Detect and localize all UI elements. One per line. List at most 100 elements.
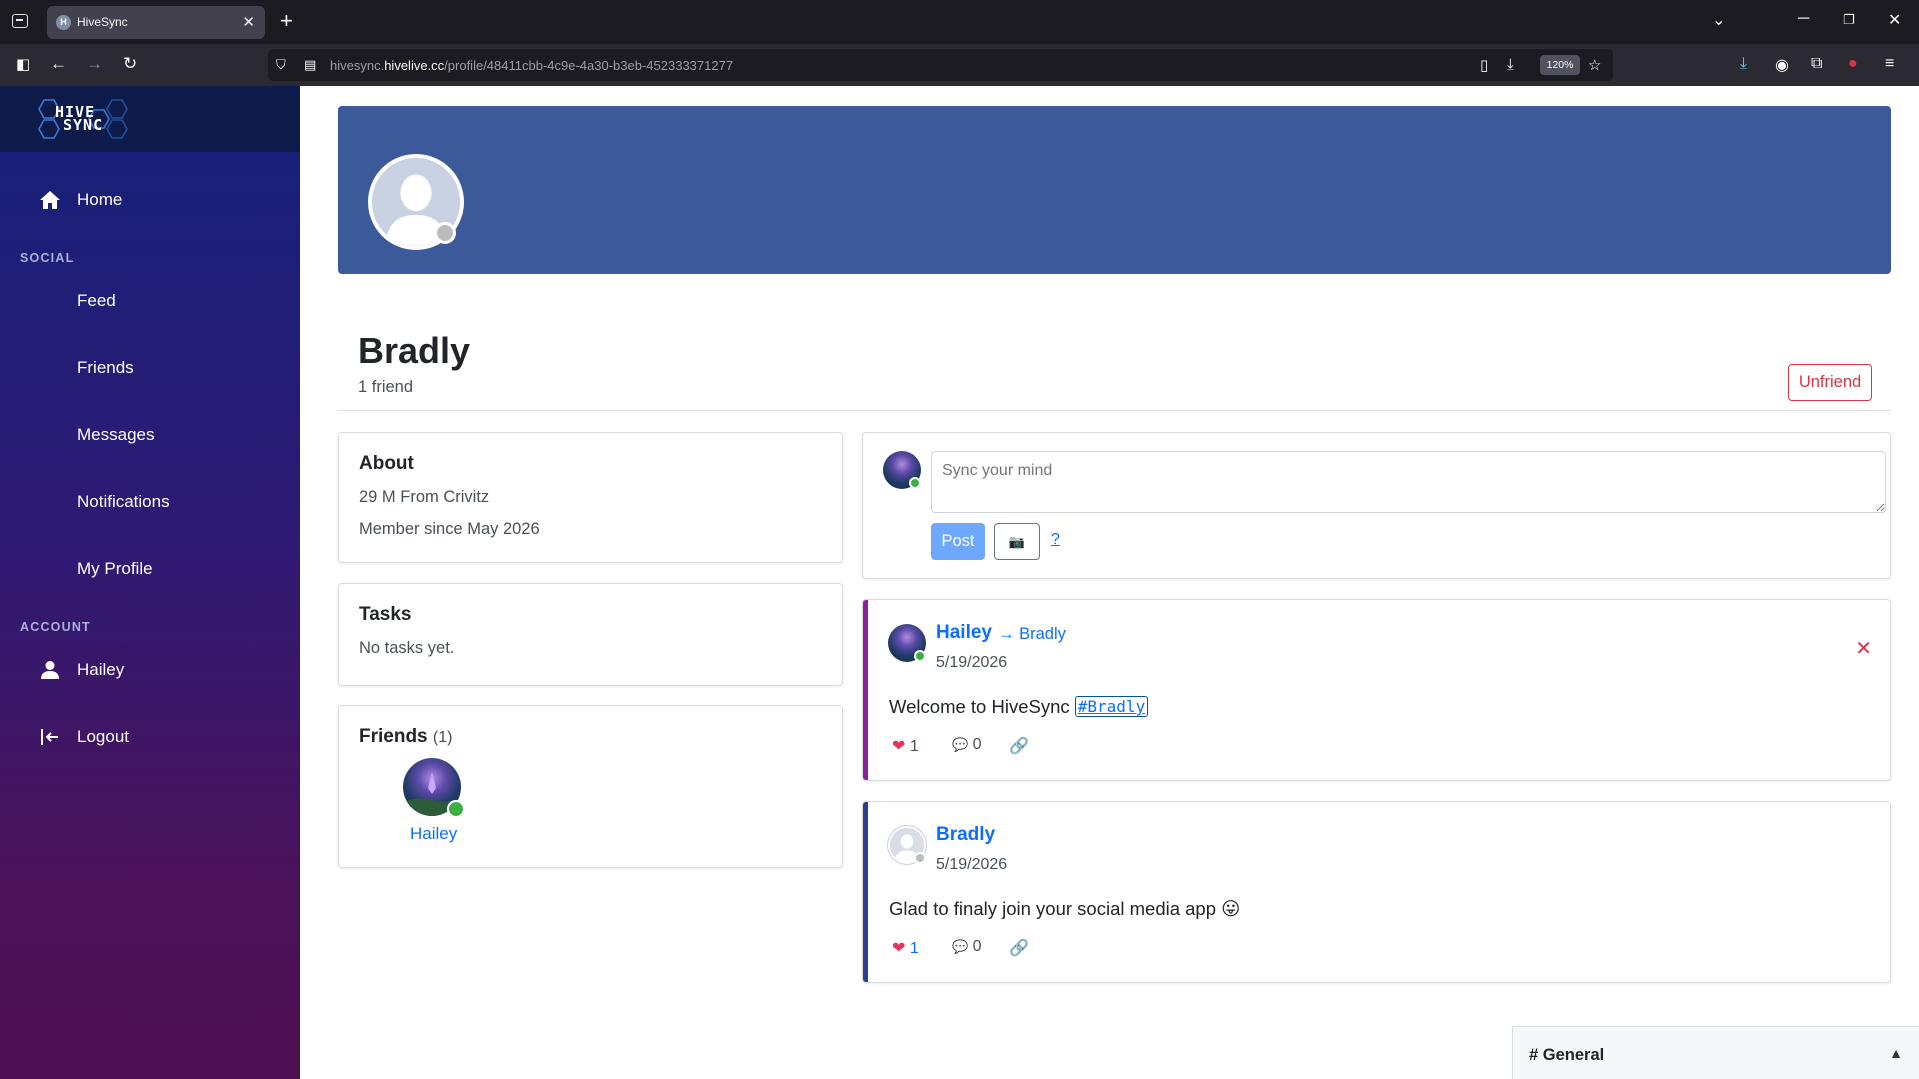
window-close-icon[interactable]: ✕ [1888, 10, 1901, 30]
comment-button[interactable]: 💬 0 [952, 736, 982, 754]
post-input[interactable] [931, 451, 1886, 513]
post-target-link[interactable]: Bradly [1019, 625, 1066, 643]
sidebar-item-label: Messages [77, 425, 155, 444]
emoji: 😛 [1221, 898, 1241, 919]
share-link-icon[interactable]: 🔗 [1009, 736, 1029, 756]
friends-card: Friends (1) Hailey [338, 705, 843, 868]
tasks-title: Tasks [359, 604, 412, 625]
post-accent [863, 802, 868, 982]
hashtag-link[interactable]: #Bradly [1074, 696, 1149, 717]
zoom-level[interactable]: 120% [1540, 55, 1580, 75]
sidebar-item-label: Home [77, 190, 123, 209]
tab-overflow-chevron-icon[interactable]: ⌄ [1712, 10, 1725, 30]
like-count: 1 [909, 738, 919, 755]
reader-view-icon[interactable]: ▯ [1480, 56, 1488, 74]
sidebar-item-user[interactable]: Hailey [0, 645, 300, 695]
tasks-empty-text: No tasks yet. [359, 639, 455, 657]
about-details: 29 M From Crivitz [359, 488, 490, 506]
sidebar-item-my-profile[interactable]: My Profile [0, 544, 300, 594]
forward-icon[interactable]: → [86, 54, 103, 74]
new-tab-icon[interactable]: + [280, 8, 293, 34]
bookmark-star-icon[interactable]: ☆ [1588, 56, 1601, 74]
browser-nav-bar: ◧ ← → ↻ ⛉ ▤ hivesync.hivelive.cc/profile… [0, 44, 1919, 86]
delete-post-icon[interactable]: ✕ [1855, 636, 1872, 661]
heart-icon: ❤ [892, 738, 906, 755]
profile-friend-count: 1 friend [358, 378, 414, 396]
status-indicator-offline [914, 852, 926, 864]
favicon-icon: H [56, 15, 71, 30]
tasks-card: Tasks No tasks yet. [338, 583, 843, 686]
like-button[interactable]: ❤ 1 [892, 938, 919, 958]
sidebar-item-home[interactable]: Home [0, 175, 300, 225]
save-page-icon[interactable]: ⤓ [1507, 56, 1514, 73]
about-title: About [359, 453, 414, 474]
friend-link-hailey[interactable]: Hailey [410, 824, 457, 844]
logo-text: HIVE SYNC [55, 103, 104, 134]
profile-banner [338, 106, 1891, 274]
share-link-icon[interactable]: 🔗 [1009, 938, 1029, 958]
divider [338, 410, 1891, 411]
app-menu-icon[interactable]: ≡ [1885, 55, 1894, 73]
browser-tab[interactable]: H HiveSync ✕ [47, 6, 265, 39]
profile-name: Bradly [358, 330, 471, 371]
post-date: 5/19/2026 [936, 654, 1008, 671]
post-card: Bradly 5/19/2026 Glad to finaly join you… [862, 801, 1891, 983]
reload-icon[interactable]: ↻ [123, 54, 137, 74]
sidebar-item-feed[interactable]: Feed [0, 276, 300, 326]
extensions-icon[interactable]: ⧉ [1811, 55, 1822, 73]
post-accent [863, 600, 868, 780]
shield-icon[interactable]: ⛉ [276, 57, 286, 73]
post-text: Welcome to HiveSync [889, 696, 1070, 717]
sidebar-toggle-icon[interactable]: ◧ [16, 55, 30, 73]
user-icon [41, 661, 59, 679]
restore-icon[interactable]: ❐ [1843, 12, 1855, 28]
member-since: Member since May 2026 [359, 520, 540, 538]
comment-icon: 💬 [952, 737, 969, 752]
chat-panel-general[interactable]: # General ▲ [1512, 1026, 1919, 1079]
like-button[interactable]: ❤ 1 [892, 736, 919, 756]
unfriend-button[interactable]: Unfriend [1788, 364, 1872, 401]
camera-upload-button[interactable]: 📷 [994, 523, 1040, 560]
sidebar-item-label: Feed [77, 291, 116, 310]
sidebar-item-label: Logout [77, 727, 129, 746]
post-target: → Bradly [998, 625, 1066, 644]
sidebar-item-logout[interactable]: Logout [0, 712, 300, 762]
sidebar-item-label: Notifications [77, 492, 170, 511]
sidebar-item-label: My Profile [77, 559, 153, 578]
sidebar-item-messages[interactable]: Messages [0, 410, 300, 460]
sidebar-section-social: SOCIAL [20, 251, 75, 265]
online-status-dot [914, 650, 926, 662]
home-icon [40, 191, 60, 209]
sidebar-item-friends[interactable]: Friends [0, 343, 300, 393]
post-date: 5/19/2026 [936, 856, 1008, 873]
sidebar: HIVE SYNC Home SOCIAL Feed Friends Messa… [0, 86, 300, 1079]
like-count: 1 [909, 940, 919, 957]
url-text[interactable]: hivesync.hivelive.cc/profile/48411cbb-4c… [330, 58, 733, 73]
online-status-dot [909, 477, 921, 489]
address-bar[interactable]: ⛉ ▤ hivesync.hivelive.cc/profile/48411cb… [268, 49, 1613, 81]
help-link[interactable]: ? [1051, 531, 1060, 549]
extension-badge-icon[interactable]: ● [1848, 55, 1858, 73]
sidebar-item-label: Friends [77, 358, 134, 377]
post-author-link[interactable]: Bradly [936, 824, 995, 846]
logout-icon [41, 729, 58, 745]
downloads-icon[interactable]: ⤓ [1740, 55, 1747, 73]
tab-title: HiveSync [77, 15, 128, 29]
back-icon[interactable]: ← [50, 54, 67, 74]
post-composer: Post 📷 ? [862, 432, 1891, 579]
sidebar-section-account: ACCOUNT [20, 620, 91, 634]
page-info-icon[interactable]: ▤ [304, 57, 316, 73]
post-author-link[interactable]: Hailey [936, 622, 992, 644]
post-button[interactable]: Post [931, 523, 985, 560]
arrow-icon: → [998, 625, 1015, 643]
account-icon[interactable]: ◉ [1775, 55, 1789, 75]
tab-list-icon[interactable] [12, 14, 28, 28]
minimize-icon[interactable]: ─ [1798, 10, 1809, 28]
logo[interactable]: HIVE SYNC [0, 86, 300, 152]
post-body: Glad to finaly join your social media ap… [889, 898, 1240, 920]
comment-button[interactable]: 💬 0 [952, 938, 982, 956]
sidebar-item-label: Hailey [77, 660, 125, 679]
sidebar-item-notifications[interactable]: Notifications [0, 477, 300, 527]
expand-caret-icon[interactable]: ▲ [1889, 1045, 1903, 1061]
tab-close-icon[interactable]: ✕ [242, 13, 255, 31]
